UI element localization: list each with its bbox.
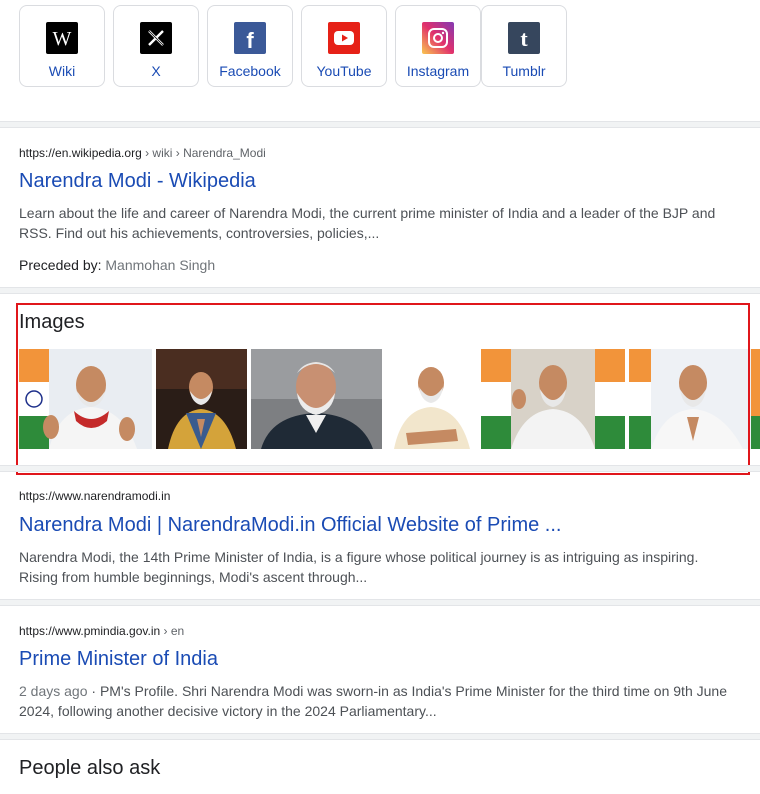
- result-domain: https://www.pmindia.gov.in: [19, 624, 161, 638]
- image-thumbnail-3[interactable]: [251, 349, 382, 449]
- result-snippet: Narendra Modi, the 14th Prime Minister o…: [19, 549, 699, 585]
- image-thumbnail-4[interactable]: [386, 349, 477, 449]
- result-domain: https://www.narendramodi.in: [19, 489, 171, 503]
- section-divider: [0, 733, 760, 740]
- result-title-link[interactable]: Narendra Modi - Wikipedia: [19, 170, 256, 193]
- images-heading: Images: [19, 311, 85, 333]
- social-label: Instagram: [406, 63, 470, 79]
- social-link-youtube[interactable]: YouTube: [301, 5, 387, 87]
- facebook-icon: f: [234, 22, 266, 54]
- image-thumbnail-5[interactable]: [481, 349, 625, 449]
- social-label: Facebook: [219, 63, 281, 79]
- result-snippet: 2 days ago · PM's Profile. Shri Narendra…: [19, 681, 741, 721]
- result-fact: Preceded by: Manmohan Singh: [19, 257, 215, 273]
- wikipedia-icon: W: [46, 22, 78, 54]
- youtube-icon: [328, 22, 360, 54]
- result-domain: https://en.wikipedia.org: [19, 146, 142, 160]
- image-thumbnail-1[interactable]: [19, 349, 152, 449]
- svg-text:t: t: [520, 26, 528, 50]
- social-label: YouTube: [316, 63, 372, 79]
- people-also-ask-heading: People also ask: [19, 757, 161, 779]
- result-title-link[interactable]: Narendra Modi | NarendraModi.in Official…: [19, 514, 561, 537]
- result-url[interactable]: https://www.narendramodi.in: [19, 489, 170, 503]
- fact-label: Preceded by:: [19, 257, 102, 273]
- section-divider: [0, 121, 760, 128]
- svg-text:W: W: [53, 28, 72, 48]
- image-thumbnail-2[interactable]: [156, 349, 247, 449]
- fact-value[interactable]: Manmohan Singh: [105, 257, 215, 273]
- social-label: X: [151, 63, 161, 79]
- social-label: Wiki: [48, 63, 76, 79]
- result-snippet-text: · PM's Profile. Shri Narendra Modi was s…: [19, 683, 727, 719]
- instagram-icon: [422, 22, 454, 54]
- svg-text:f: f: [246, 28, 254, 50]
- social-link-wiki[interactable]: W Wiki: [19, 5, 105, 87]
- result-title-link[interactable]: Prime Minister of India: [19, 648, 218, 671]
- social-link-tumblr[interactable]: t Tumblr: [481, 5, 567, 87]
- social-link-facebook[interactable]: f Facebook: [207, 5, 293, 87]
- section-divider: [0, 287, 760, 294]
- result-path: › en: [160, 624, 185, 638]
- result-path: › wiki › Narendra_Modi: [141, 146, 266, 160]
- section-divider: [0, 599, 760, 606]
- result-url[interactable]: https://www.pmindia.gov.in › en: [19, 624, 184, 638]
- result-date: 2 days ago: [19, 683, 88, 699]
- x-icon: [140, 22, 172, 54]
- social-link-x[interactable]: X: [113, 5, 199, 87]
- social-link-instagram[interactable]: Instagram: [395, 5, 481, 87]
- result-snippet: Learn about the life and career of Naren…: [19, 205, 716, 241]
- social-label: Tumblr: [502, 63, 546, 79]
- image-thumbnail-6[interactable]: [629, 349, 760, 449]
- result-url[interactable]: https://en.wikipedia.org › wiki › Narend…: [19, 146, 266, 160]
- section-divider: [0, 465, 760, 472]
- tumblr-icon: t: [508, 22, 540, 54]
